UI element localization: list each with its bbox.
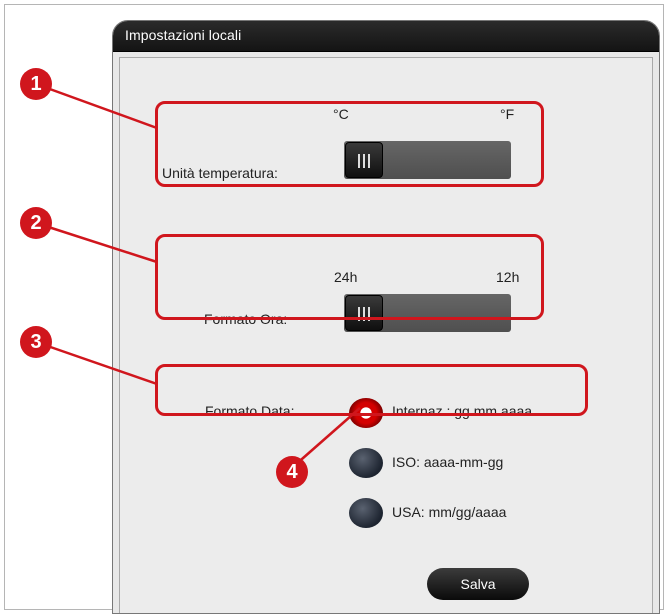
callout-3: 3 xyxy=(20,326,52,358)
callout-4: 4 xyxy=(276,456,308,488)
callout-1: 1 xyxy=(20,68,52,100)
callout-leader-lines xyxy=(35,82,361,467)
callout-2: 2 xyxy=(20,207,52,239)
